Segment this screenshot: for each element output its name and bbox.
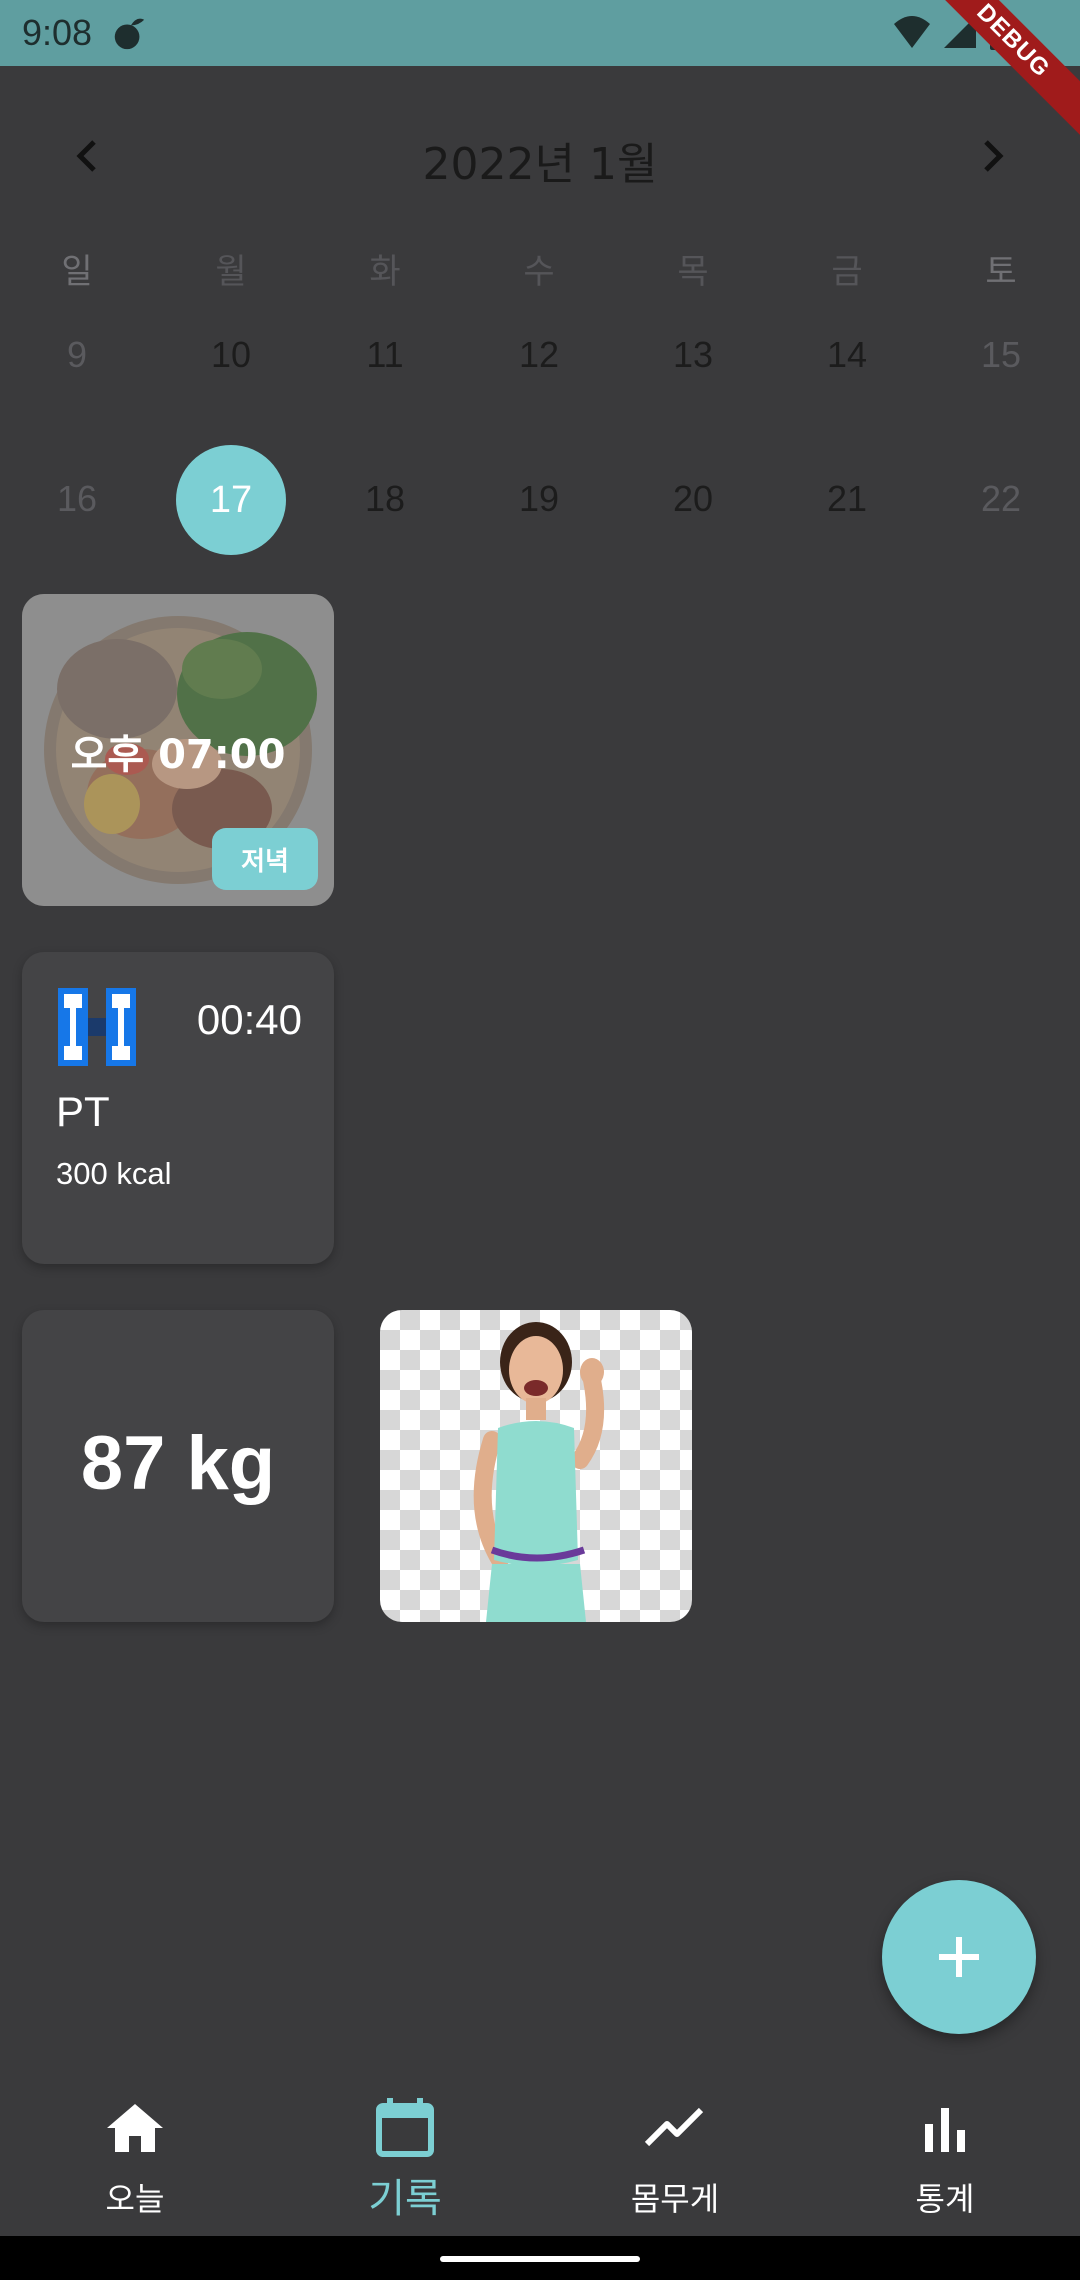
weekday-label: 화 — [369, 252, 401, 292]
nav-item-records[interactable]: 기록 — [270, 2076, 540, 2236]
month-title: 2022년 1월 — [422, 139, 658, 190]
weight-card[interactable]: 87 kg — [22, 1310, 334, 1622]
bottom-navigation: 오늘 기록 몸무게 통계 — [0, 2076, 1080, 2236]
home-icon — [107, 2104, 163, 2152]
weekday-label: 목 — [677, 252, 709, 292]
nav-label: 기록 — [368, 2176, 442, 2222]
calendar-day[interactable]: 18 — [308, 478, 462, 520]
calendar-day[interactable]: 14 — [770, 334, 924, 376]
weekday-label: 금 — [831, 252, 863, 292]
calendar-day[interactable]: 13 — [616, 334, 770, 376]
plus-icon — [939, 1937, 979, 1977]
calendar-icon — [376, 2098, 434, 2157]
weekday-row: 일 월 화 수 목 금 토 — [0, 244, 1080, 296]
wifi-icon — [894, 16, 930, 48]
calendar-day[interactable]: 9 — [0, 334, 154, 376]
meal-card[interactable]: 오후 07:00 저녁 — [22, 594, 334, 906]
exercise-kcal: 300 kcal — [56, 1156, 172, 1191]
add-record-button[interactable] — [882, 1880, 1036, 2034]
calendar-day[interactable]: 11 — [308, 334, 462, 376]
calendar-day[interactable]: 22 — [924, 478, 1078, 520]
exercise-duration: 00:40 — [196, 996, 302, 1043]
calendar-day[interactable]: 21 — [770, 478, 924, 520]
nav-label: 통계 — [915, 2180, 975, 2218]
calendar-day[interactable]: 20 — [616, 478, 770, 520]
body-photo-image — [473, 1322, 605, 1622]
nav-item-stats[interactable]: 통계 — [810, 2076, 1080, 2236]
calendar-day[interactable]: 19 — [462, 478, 616, 520]
exercise-name: PT — [56, 1088, 110, 1135]
app-notification-icon — [114, 18, 145, 50]
gesture-handle[interactable] — [440, 2256, 640, 2262]
nav-item-weight[interactable]: 몸무게 — [540, 2076, 810, 2236]
meal-type-badge: 저녁 — [212, 828, 318, 890]
calendar-day[interactable]: 15 — [924, 334, 1078, 376]
calendar-week: 16 18 19 20 21 22 — [0, 478, 1080, 538]
weekday-label: 월 — [215, 252, 247, 292]
calendar-header: 2022년 1월 — [0, 120, 1080, 192]
calendar-day[interactable]: 10 — [154, 334, 308, 376]
bar-chart-icon — [925, 2108, 965, 2152]
calendar-day-selected[interactable]: 17 — [176, 445, 286, 555]
trend-icon — [644, 2107, 704, 2147]
meal-time: 오후 07:00 — [70, 732, 286, 778]
chevron-right-icon[interactable] — [970, 134, 1014, 178]
status-bar: 9:08 — [0, 0, 1080, 66]
weekday-label: 일 — [61, 252, 93, 292]
nav-item-today[interactable]: 오늘 — [0, 2076, 270, 2236]
body-photo-card[interactable] — [380, 1310, 692, 1622]
calendar-day[interactable]: 12 — [462, 334, 616, 376]
status-time: 9:08 — [22, 12, 93, 53]
nav-label: 오늘 — [105, 2180, 165, 2218]
dumbbell-icon — [58, 988, 136, 1066]
system-gesture-bar — [0, 2236, 1080, 2280]
calendar-week: 9 10 11 12 13 14 15 — [0, 334, 1080, 394]
nav-label: 몸무게 — [630, 2180, 720, 2218]
calendar-day[interactable]: 16 — [0, 478, 154, 520]
exercise-card[interactable]: 00:40 PT 300 kcal — [22, 952, 334, 1264]
weekday-label: 수 — [523, 252, 555, 292]
weekday-label: 토 — [985, 252, 1017, 292]
weight-value: 87 kg — [80, 1421, 276, 1506]
